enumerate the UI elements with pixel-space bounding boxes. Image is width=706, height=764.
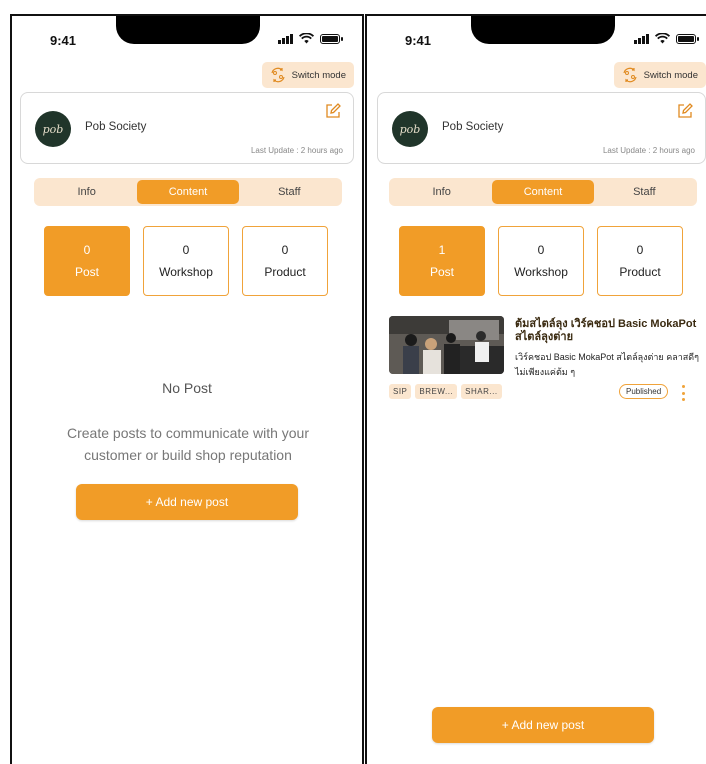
device-notch xyxy=(471,16,615,44)
switch-mode-icon xyxy=(271,67,285,83)
counter-count: 0 xyxy=(537,243,545,257)
shop-card: pob Pob Society Last Update : 2 hours ag… xyxy=(377,92,706,164)
signal-icon xyxy=(634,33,649,44)
post-excerpt: เวิร์คชอป Basic MokaPot สไตล์ลุงต่าย คลา… xyxy=(515,352,699,377)
status-time: 9:41 xyxy=(50,33,77,48)
battery-icon xyxy=(320,33,343,44)
edit-icon[interactable] xyxy=(325,103,341,119)
content-counters: 1 Post 0 Workshop 0 Product xyxy=(399,226,683,296)
status-time: 9:41 xyxy=(405,33,432,48)
counter-post[interactable]: 0 Post xyxy=(44,226,130,296)
post-thumbnail xyxy=(389,316,504,374)
switch-mode-button[interactable]: Switch mode xyxy=(613,62,706,88)
tab-staff[interactable]: Staff xyxy=(594,180,695,204)
shop-name: Pob Society xyxy=(85,121,147,133)
status-icons xyxy=(634,33,699,44)
more-vertical-icon[interactable] xyxy=(680,385,686,401)
counter-workshop[interactable]: 0 Workshop xyxy=(143,226,229,296)
shop-logo: pob xyxy=(35,111,71,147)
post-tags: SIP BREW... SHAR... xyxy=(389,384,502,399)
shop-name: Pob Society xyxy=(442,121,504,133)
wifi-icon xyxy=(299,33,314,44)
counter-count: 0 xyxy=(281,243,289,257)
tab-content[interactable]: Content xyxy=(492,180,594,204)
counter-product[interactable]: 0 Product xyxy=(597,226,683,296)
counter-product[interactable]: 0 Product xyxy=(242,226,328,296)
device-notch xyxy=(116,16,260,44)
wifi-icon xyxy=(655,33,670,44)
shop-logo: pob xyxy=(392,111,428,147)
edit-icon[interactable] xyxy=(677,103,693,119)
signal-icon xyxy=(278,33,293,44)
counter-label: Product xyxy=(619,265,661,279)
tab-staff[interactable]: Staff xyxy=(239,180,340,204)
tab-info[interactable]: Info xyxy=(36,180,137,204)
counter-post[interactable]: 1 Post xyxy=(399,226,485,296)
switch-mode-button[interactable]: Switch mode xyxy=(261,62,354,88)
post-title: ต้มสไตล์ลุง เวิร์คชอป Basic MokaPot สไตล… xyxy=(515,318,697,343)
counter-label: Workshop xyxy=(514,265,568,279)
switch-mode-icon xyxy=(623,67,637,83)
empty-state-title: No Post xyxy=(162,380,212,396)
counter-label: Workshop xyxy=(159,265,213,279)
tab-info[interactable]: Info xyxy=(391,180,492,204)
counter-count: 1 xyxy=(438,243,446,257)
tab-bar: Info Content Staff xyxy=(389,178,697,206)
phone-screen-with-post: 9:41 Switch mode pob Pob Society Last Up… xyxy=(365,14,706,764)
counter-label: Post xyxy=(429,265,454,279)
status-badge: Published xyxy=(619,384,669,399)
switch-mode-label: Switch mode xyxy=(291,69,346,81)
post-photo xyxy=(389,316,504,374)
post-tag: BREW... xyxy=(415,384,458,399)
add-new-post-button[interactable]: + Add new post xyxy=(76,484,298,520)
tab-bar: Info Content Staff xyxy=(34,178,342,206)
shop-card: pob Pob Society Last Update : 2 hours ag… xyxy=(20,92,354,164)
switch-mode-label: Switch mode xyxy=(643,69,698,81)
last-update: Last Update : 2 hours ago xyxy=(250,146,343,155)
status-icons xyxy=(278,33,343,44)
last-update: Last Update : 2 hours ago xyxy=(602,146,695,155)
battery-icon xyxy=(676,33,699,44)
counter-workshop[interactable]: 0 Workshop xyxy=(498,226,584,296)
post-tag: SHAR... xyxy=(461,384,502,399)
counter-count: 0 xyxy=(83,243,91,257)
post-list-item[interactable]: ต้มสไตล์ลุง เวิร์คชอป Basic MokaPot สไตล… xyxy=(389,316,699,406)
tab-content[interactable]: Content xyxy=(137,180,239,204)
empty-state-description: Create posts to communicate with your cu… xyxy=(67,425,309,463)
phone-screen-empty: 9:41 Switch mode pob Pob Society Last Up… xyxy=(10,14,364,764)
counter-label: Product xyxy=(264,265,306,279)
content-counters: 0 Post 0 Workshop 0 Product xyxy=(44,226,328,296)
counter-label: Post xyxy=(74,265,99,279)
post-tag: SIP xyxy=(389,384,412,399)
add-new-post-button[interactable]: + Add new post xyxy=(432,707,654,743)
counter-count: 0 xyxy=(636,243,644,257)
counter-count: 0 xyxy=(182,243,190,257)
